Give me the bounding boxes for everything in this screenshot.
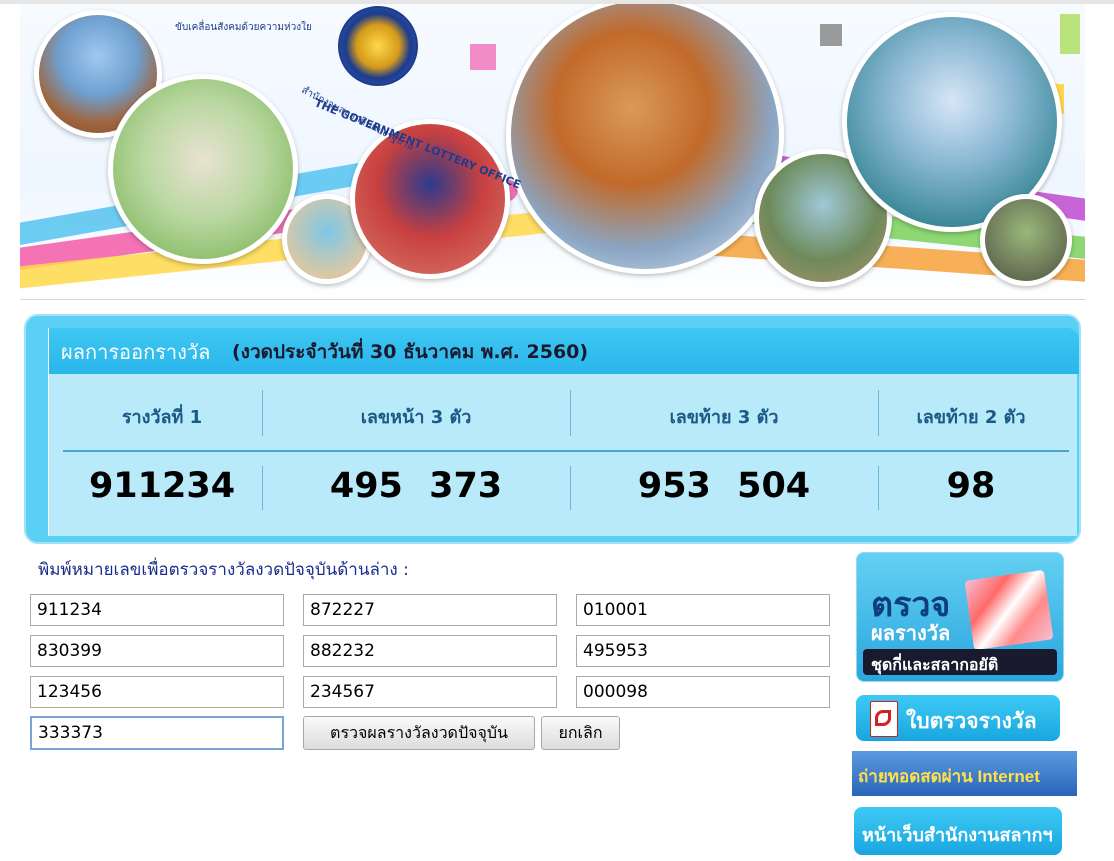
ticket-input-4[interactable] <box>30 635 284 667</box>
ticket-input-7[interactable] <box>30 676 284 708</box>
pdf-button-label: ใบตรวจรางวัล <box>906 710 1037 733</box>
banner-square <box>470 44 496 70</box>
results-panel: ผลการออกรางวัล (งวดประจำวันที่ 30 ธันวาค… <box>24 314 1081 544</box>
check-set-lottery-banner[interactable]: ตรวจ ผลรางวัล ชุดกี่และสลากอยัติ <box>856 552 1064 682</box>
column-divider <box>878 390 879 436</box>
row-divider <box>63 450 1069 452</box>
front-3-numbers: 495 373 <box>329 466 503 506</box>
col-header-first-prize: รางวัลที่ 1 <box>121 407 203 428</box>
col-header-last-3: เลขท้าย 3 ตัว <box>669 407 779 428</box>
column-divider <box>570 390 571 436</box>
ticket-fan-icon <box>964 569 1054 651</box>
ticket-input-6[interactable] <box>576 635 830 667</box>
ticket-input-2[interactable] <box>303 594 557 626</box>
ticket-input-5[interactable] <box>303 635 557 667</box>
festival-photo <box>506 4 784 274</box>
pdf-icon <box>870 701 898 737</box>
glo-logo <box>338 6 418 86</box>
elephant-photo <box>980 194 1072 286</box>
check-results-button[interactable]: ตรวจผลรางวัลงวดปัจจุบัน <box>303 716 535 750</box>
banner-square <box>1060 14 1080 54</box>
header-banner: ขับเคลื่อนสังคมด้วยความห่วงใย สำนักงานสล… <box>20 4 1085 300</box>
last-2-number: 98 <box>946 466 996 506</box>
ticket-input-10[interactable] <box>30 716 284 750</box>
results-table: รางวัลที่ 1 เลขหน้า 3 ตัว เลขท้าย 3 ตัว … <box>48 374 1077 536</box>
check-set-subtitle: ผลรางวัล <box>871 623 951 645</box>
results-header: ผลการออกรางวัล (งวดประจำวันที่ 30 ธันวาค… <box>48 328 1079 374</box>
results-title: ผลการออกรางวัล <box>61 342 211 364</box>
column-divider <box>262 390 263 436</box>
live-button-label: ถ่ายทอดสดผ่าน Internet <box>858 767 1040 786</box>
ticket-input-9[interactable] <box>576 676 830 708</box>
check-set-caption: ชุดกี่และสลากอยัติ <box>871 657 999 674</box>
ticket-input-1[interactable] <box>30 594 284 626</box>
col-header-front-3: เลขหน้า 3 ตัว <box>360 407 472 428</box>
banner-slogan: ขับเคลื่อนสังคมด้วยความห่วงใย <box>175 22 312 33</box>
last-3-numbers: 953 504 <box>637 466 811 506</box>
homepage-button-label: หน้าเว็บสำนักงานสลากฯ <box>862 825 1053 845</box>
pdf-check-sheet-button[interactable]: ใบตรวจรางวัล <box>856 695 1060 741</box>
cancel-button[interactable]: ยกเลิก <box>541 716 620 750</box>
check-prompt: พิมพ์หมายเลขเพื่อตรวจรางวัลงวดปัจจุบันด้… <box>38 560 409 580</box>
glo-homepage-button[interactable]: หน้าเว็บสำนักงานสลากฯ <box>854 807 1062 855</box>
live-broadcast-button[interactable]: ถ่ายทอดสดผ่าน Internet <box>852 751 1077 796</box>
ticket-input-3[interactable] <box>576 594 830 626</box>
ticket-input-8[interactable] <box>303 676 557 708</box>
banner-square <box>820 24 842 46</box>
draw-date: (งวดประจำวันที่ 30 ธันวาคม พ.ศ. 2560) <box>232 341 589 363</box>
col-header-last-2: เลขท้าย 2 ตัว <box>916 407 1026 428</box>
first-prize-number: 911234 <box>88 466 236 506</box>
sports-photo <box>108 74 298 264</box>
